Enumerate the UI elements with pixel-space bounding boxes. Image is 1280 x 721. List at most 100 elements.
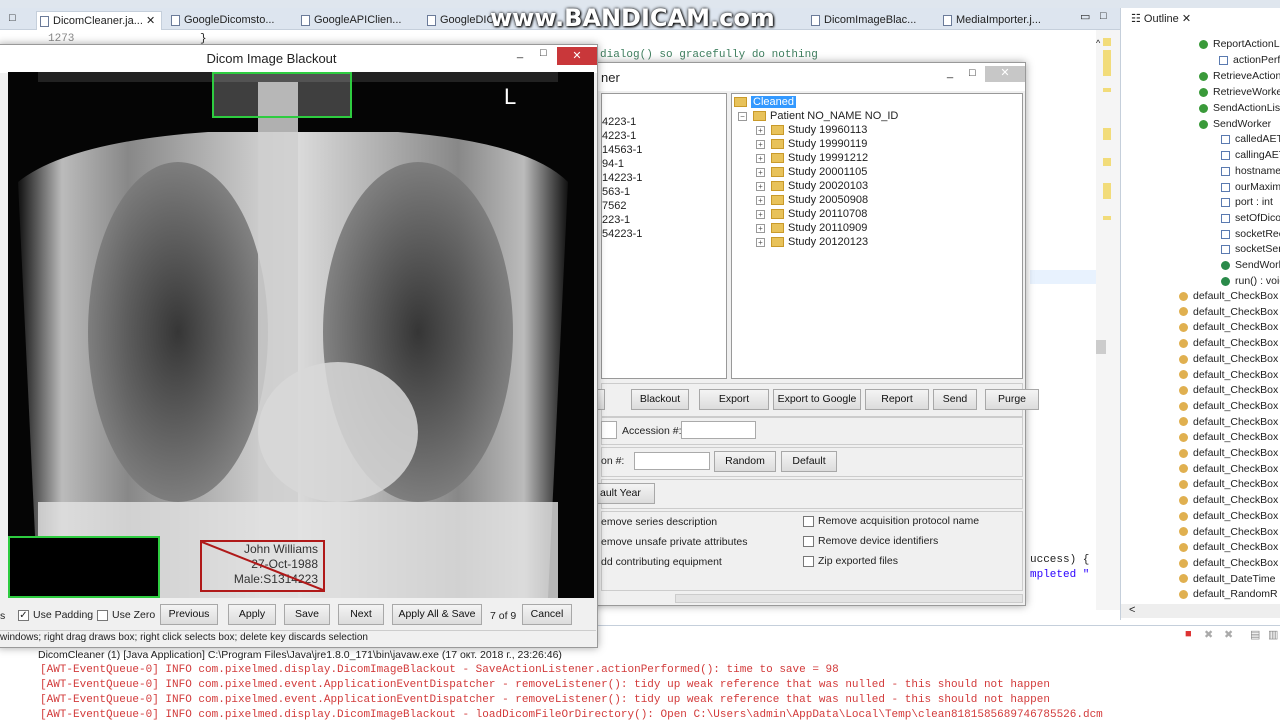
send-button[interactable]: Send [933, 389, 977, 410]
scroll-lock-icon[interactable]: ▥ [1268, 628, 1278, 641]
outline-item[interactable]: SendActionListen [1199, 102, 1280, 114]
option-checkbox[interactable]: Remove acquisition protocol name [803, 515, 979, 527]
next-button[interactable]: Next [338, 604, 384, 625]
outline-item[interactable]: default_RandomR [1179, 588, 1278, 600]
id-field[interactable] [634, 452, 710, 470]
outline-item[interactable]: ReportActionListe [1199, 38, 1280, 50]
expand-icon[interactable]: + [756, 167, 765, 177]
tree-patient[interactable]: Patient NO_NAME NO_ID [770, 110, 898, 122]
dicom-image-canvas[interactable]: L John Williams 27-Oct-1988 Male:S131422… [8, 72, 594, 598]
source-list-item[interactable]: 4223-1 [602, 130, 636, 142]
tab-mediaimporter[interactable]: MediaImporter.j... [940, 11, 1065, 30]
expand-icon[interactable]: + [756, 153, 765, 163]
outline-item[interactable]: callingAETitle [1221, 149, 1280, 161]
cleaned-tree[interactable]: Cleaned − Patient NO_NAME NO_ID + Study 19… [731, 93, 1023, 379]
cancel-button[interactable]: Cancel [522, 604, 572, 625]
tab-googledicomstore[interactable]: GoogleDicomsto... [168, 11, 293, 30]
horizontal-scrollbar[interactable] [675, 594, 1023, 603]
outline-item[interactable]: socketReceiv [1221, 228, 1280, 240]
outline-item[interactable]: actionPerfor [1219, 54, 1280, 66]
outline-item[interactable]: hostname : S [1221, 165, 1280, 177]
overview-ruler[interactable]: ^ [1096, 30, 1120, 610]
default-button[interactable]: Default [781, 451, 837, 472]
patient-id-field[interactable] [601, 421, 617, 439]
outline-item[interactable]: default_CheckBox [1179, 557, 1278, 569]
maximize-icon[interactable]: □ [1100, 10, 1107, 22]
source-list-item[interactable]: 4223-1 [602, 116, 636, 128]
option-checkbox[interactable]: Zip exported files [803, 555, 898, 567]
tree-study[interactable]: + Study 20120123 [756, 236, 868, 248]
outline-item[interactable]: SendWorker( [1221, 259, 1280, 271]
minimize-icon[interactable]: ▭ [1080, 10, 1090, 23]
expand-icon[interactable]: + [756, 223, 765, 233]
save-button[interactable]: Save [284, 604, 330, 625]
collapse-icon[interactable]: − [738, 111, 747, 121]
tab-dicomcleaner[interactable]: DicomCleaner.ja... ✕ [36, 11, 162, 30]
outline-item[interactable]: run() : void [1221, 275, 1280, 287]
tab-googleapiclient[interactable]: GoogleAPIClien... [298, 11, 423, 30]
outline-item[interactable]: RetrieveWorker [1199, 86, 1280, 98]
expand-icon[interactable]: + [756, 139, 765, 149]
outline-item[interactable]: ourMaximum [1221, 181, 1280, 193]
tree-study[interactable]: + Study 20001105 [756, 166, 867, 178]
outline-item[interactable]: default_CheckBox [1179, 463, 1278, 475]
outline-item[interactable]: default_CheckBox [1179, 369, 1278, 381]
remove-all-icon[interactable]: ✖ [1224, 628, 1233, 641]
tree-study[interactable]: + Study 20050908 [756, 194, 868, 206]
outline-item[interactable]: SendWorker [1199, 118, 1271, 130]
tree-study[interactable]: + Study 19960113 [756, 124, 867, 136]
close-icon[interactable]: ✕ [146, 15, 155, 27]
source-list-item[interactable]: 7562 [602, 200, 626, 212]
random-button[interactable]: Random [714, 451, 776, 472]
remove-launch-icon[interactable]: ✖ [1204, 628, 1213, 641]
outline-item[interactable]: default_CheckBox [1179, 337, 1278, 349]
outline-item[interactable]: default_CheckBox [1179, 447, 1278, 459]
close-icon[interactable]: ✕ [1182, 13, 1191, 25]
outline-item[interactable]: default_CheckBox [1179, 353, 1278, 365]
apply-button[interactable]: Apply [228, 604, 276, 625]
maximize-button[interactable]: □ [969, 67, 976, 79]
blackout-button[interactable]: Blackout [631, 389, 689, 410]
tree-study[interactable]: + Study 19990119 [756, 138, 867, 150]
tab-dicomimageblackout[interactable]: DicomImageBlac... [808, 11, 933, 30]
blackout-region-box[interactable] [212, 72, 352, 118]
option-checkbox-label[interactable]: emove series description [601, 516, 717, 528]
apply-all-save-button[interactable]: Apply All & Save [392, 604, 482, 625]
outline-item[interactable]: default_CheckBox [1179, 431, 1278, 443]
source-list-item[interactable]: 14563-1 [602, 144, 642, 156]
outline-item[interactable]: default_CheckBox [1179, 290, 1278, 302]
export-button[interactable]: Export [699, 389, 769, 410]
expand-icon[interactable]: + [756, 181, 765, 191]
expand-icon[interactable]: + [756, 195, 765, 205]
terminate-icon[interactable]: ■ [1185, 628, 1192, 640]
use-zero-checkbox[interactable]: Use Zero [97, 609, 155, 621]
maximize-icon[interactable]: □ [9, 12, 16, 24]
outline-item[interactable]: default_CheckBox [1179, 541, 1278, 553]
expand-icon[interactable]: + [756, 237, 765, 247]
source-list-item[interactable]: 54223-1 [602, 228, 642, 240]
option-checkbox-label[interactable]: dd contributing equipment [601, 556, 722, 568]
expand-icon[interactable]: + [756, 209, 765, 219]
outline-item[interactable]: default_CheckBox [1179, 306, 1278, 318]
option-checkbox-label[interactable]: emove unsafe private attributes [601, 536, 748, 548]
vertical-scrollbar[interactable] [1096, 340, 1106, 354]
outline-item[interactable]: socketSendB [1221, 243, 1280, 255]
use-padding-checkbox[interactable]: ✓ Use Padding [18, 609, 93, 621]
outline-item[interactable]: default_DateTime [1179, 573, 1276, 585]
outline-item[interactable]: port : int [1221, 196, 1273, 208]
close-button[interactable]: ✕ [557, 47, 597, 65]
source-list-item[interactable]: 563-1 [602, 186, 630, 198]
blackout-region-box[interactable] [8, 536, 160, 598]
source-list-item[interactable]: 223-1 [602, 214, 630, 226]
maximize-button[interactable]: □ [540, 47, 547, 59]
outline-item[interactable]: default_CheckBox [1179, 494, 1278, 506]
tree-study[interactable]: + Study 20110708 [756, 208, 867, 220]
source-list-item[interactable]: 94-1 [602, 158, 624, 170]
outline-item[interactable]: default_CheckBox [1179, 321, 1278, 333]
horizontal-scrollbar[interactable]: < [1121, 604, 1280, 618]
minimize-button[interactable]: _ [947, 67, 953, 79]
report-button[interactable]: Report [865, 389, 929, 410]
outline-item[interactable]: default_CheckBox [1179, 478, 1278, 490]
minimize-button[interactable]: _ [517, 47, 523, 59]
previous-button[interactable]: Previous [160, 604, 218, 625]
